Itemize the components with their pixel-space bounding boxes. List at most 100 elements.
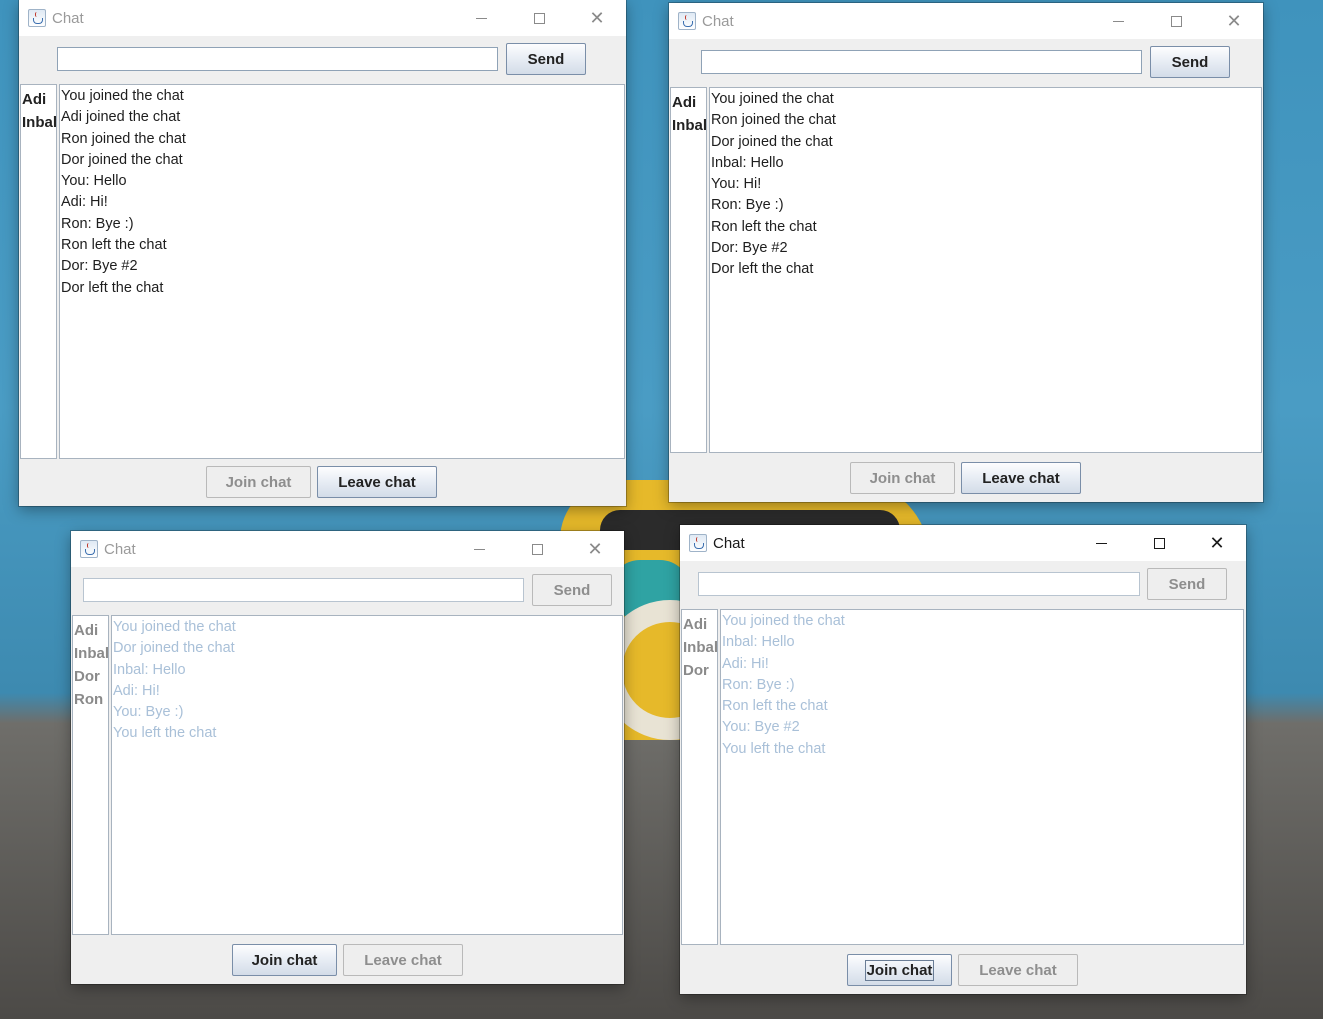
join-chat-button[interactable]: Join chat [206, 466, 311, 498]
window-title: Chat [104, 540, 136, 558]
maximize-icon [1153, 537, 1165, 549]
title-bar[interactable]: Chat ✕ [19, 0, 626, 36]
user-item[interactable]: Adi [22, 88, 56, 111]
close-button[interactable]: ✕ [1205, 3, 1263, 39]
chat-message: You: Bye #2 [722, 719, 800, 736]
send-button[interactable]: Send [1147, 568, 1227, 600]
user-item[interactable]: Dor [683, 659, 717, 682]
leave-chat-button[interactable]: Leave chat [343, 944, 463, 976]
minimize-icon [1095, 542, 1107, 544]
chat-message: Inbal: Hello [722, 634, 795, 651]
chat-message: Dor joined the chat [711, 133, 833, 150]
leave-chat-button[interactable]: Leave chat [961, 462, 1081, 494]
chat-message: Dor joined the chat [113, 640, 235, 657]
chat-window-1: Chat ✕ Send Adi Inbal You joined the cha… [19, 0, 626, 506]
chat-message: You: Bye :) [113, 704, 184, 721]
send-button[interactable]: Send [532, 574, 612, 606]
user-list[interactable]: Adi Inbal Dor [681, 609, 718, 945]
leave-chat-button[interactable]: Leave chat [958, 954, 1078, 986]
maximize-button[interactable] [1147, 3, 1205, 39]
send-button[interactable]: Send [506, 43, 586, 75]
user-list[interactable]: Adi Inbal [20, 84, 57, 459]
chat-message: You joined the chat [61, 88, 184, 104]
minimize-button[interactable] [452, 0, 510, 36]
java-app-icon [80, 540, 98, 558]
minimize-icon [475, 17, 487, 19]
chat-message: Ron joined the chat [711, 112, 836, 129]
maximize-icon [533, 12, 545, 24]
send-button[interactable]: Send [1150, 46, 1230, 78]
minimize-button[interactable] [1072, 525, 1130, 561]
chat-message: You left the chat [113, 725, 217, 742]
chat-message: You joined the chat [711, 91, 834, 107]
maximize-button[interactable] [1130, 525, 1188, 561]
title-bar[interactable]: Chat ✕ [71, 531, 624, 567]
minimize-button[interactable] [450, 531, 508, 567]
chat-message: Dor left the chat [711, 261, 814, 278]
chat-message: Adi: Hi! [113, 682, 160, 699]
close-button[interactable]: ✕ [1188, 525, 1246, 561]
close-icon: ✕ [1226, 11, 1242, 31]
title-bar[interactable]: Chat ✕ [680, 525, 1246, 561]
chat-window-2: Chat ✕ Send Adi Inbal You joined the cha… [669, 3, 1263, 502]
chat-message: You left the chat [722, 740, 826, 757]
chat-log[interactable]: You joined the chat Inbal: Hello Adi: Hi… [720, 609, 1244, 945]
chat-message: You: Hi! [711, 176, 762, 193]
join-chat-button[interactable]: Join chat [850, 462, 955, 494]
user-item[interactable]: Adi [74, 619, 108, 642]
message-input[interactable] [57, 47, 498, 71]
minimize-icon [1112, 20, 1124, 22]
maximize-icon [1170, 15, 1182, 27]
message-input[interactable] [698, 572, 1140, 596]
close-icon: ✕ [1209, 533, 1225, 553]
user-list[interactable]: Adi Inbal [670, 87, 707, 453]
user-item[interactable]: Inbal [74, 642, 109, 665]
join-chat-button[interactable]: Join chat [232, 944, 337, 976]
close-icon: ✕ [587, 539, 603, 559]
chat-log[interactable]: You joined the chat Adi joined the chat … [59, 84, 625, 459]
close-button[interactable]: ✕ [566, 531, 624, 567]
maximize-button[interactable] [508, 531, 566, 567]
chat-message: Ron: Bye :) [711, 197, 784, 214]
chat-message: Ron left the chat [711, 218, 817, 235]
user-item[interactable]: Inbal [22, 111, 57, 134]
title-bar[interactable]: Chat ✕ [669, 3, 1263, 39]
chat-message: Ron left the chat [61, 237, 167, 254]
user-list[interactable]: Adi Inbal Dor Ron [72, 615, 109, 935]
java-app-icon [689, 534, 707, 552]
message-input[interactable] [83, 578, 524, 602]
user-item[interactable]: Adi [672, 91, 706, 114]
user-item[interactable]: Inbal [672, 114, 707, 137]
chat-message: Ron: Bye :) [722, 676, 795, 693]
chat-message: Ron left the chat [722, 698, 828, 715]
chat-message: Dor joined the chat [61, 151, 183, 168]
chat-log[interactable]: You joined the chat Ron joined the chat … [709, 87, 1262, 453]
chat-message: Dor left the chat [61, 279, 164, 296]
join-chat-button[interactable]: Join chat [847, 954, 952, 986]
chat-message: Dor: Bye #2 [61, 258, 138, 275]
maximize-button[interactable] [510, 0, 568, 36]
window-title: Chat [713, 534, 745, 552]
chat-message: Ron joined the chat [61, 130, 186, 147]
chat-message: You joined the chat [722, 613, 845, 629]
minimize-button[interactable] [1089, 3, 1147, 39]
minimize-icon [473, 548, 485, 550]
user-item[interactable]: Dor [74, 665, 108, 688]
chat-log[interactable]: You joined the chat Dor joined the chat … [111, 615, 623, 935]
user-item[interactable]: Ron [74, 688, 108, 711]
window-title: Chat [52, 9, 84, 27]
leave-chat-button[interactable]: Leave chat [317, 466, 437, 498]
java-app-icon [678, 12, 696, 30]
user-item[interactable]: Adi [683, 613, 717, 636]
chat-message: Inbal: Hello [711, 154, 784, 171]
message-input[interactable] [701, 50, 1142, 74]
chat-message: Adi joined the chat [61, 109, 181, 126]
maximize-icon [531, 543, 543, 555]
chat-message: Adi: Hi! [722, 655, 769, 672]
user-item[interactable]: Inbal [683, 636, 718, 659]
chat-message: Inbal: Hello [113, 661, 186, 678]
close-button[interactable]: ✕ [568, 0, 626, 36]
java-app-icon [28, 9, 46, 27]
close-icon: ✕ [589, 8, 605, 28]
window-title: Chat [702, 12, 734, 30]
